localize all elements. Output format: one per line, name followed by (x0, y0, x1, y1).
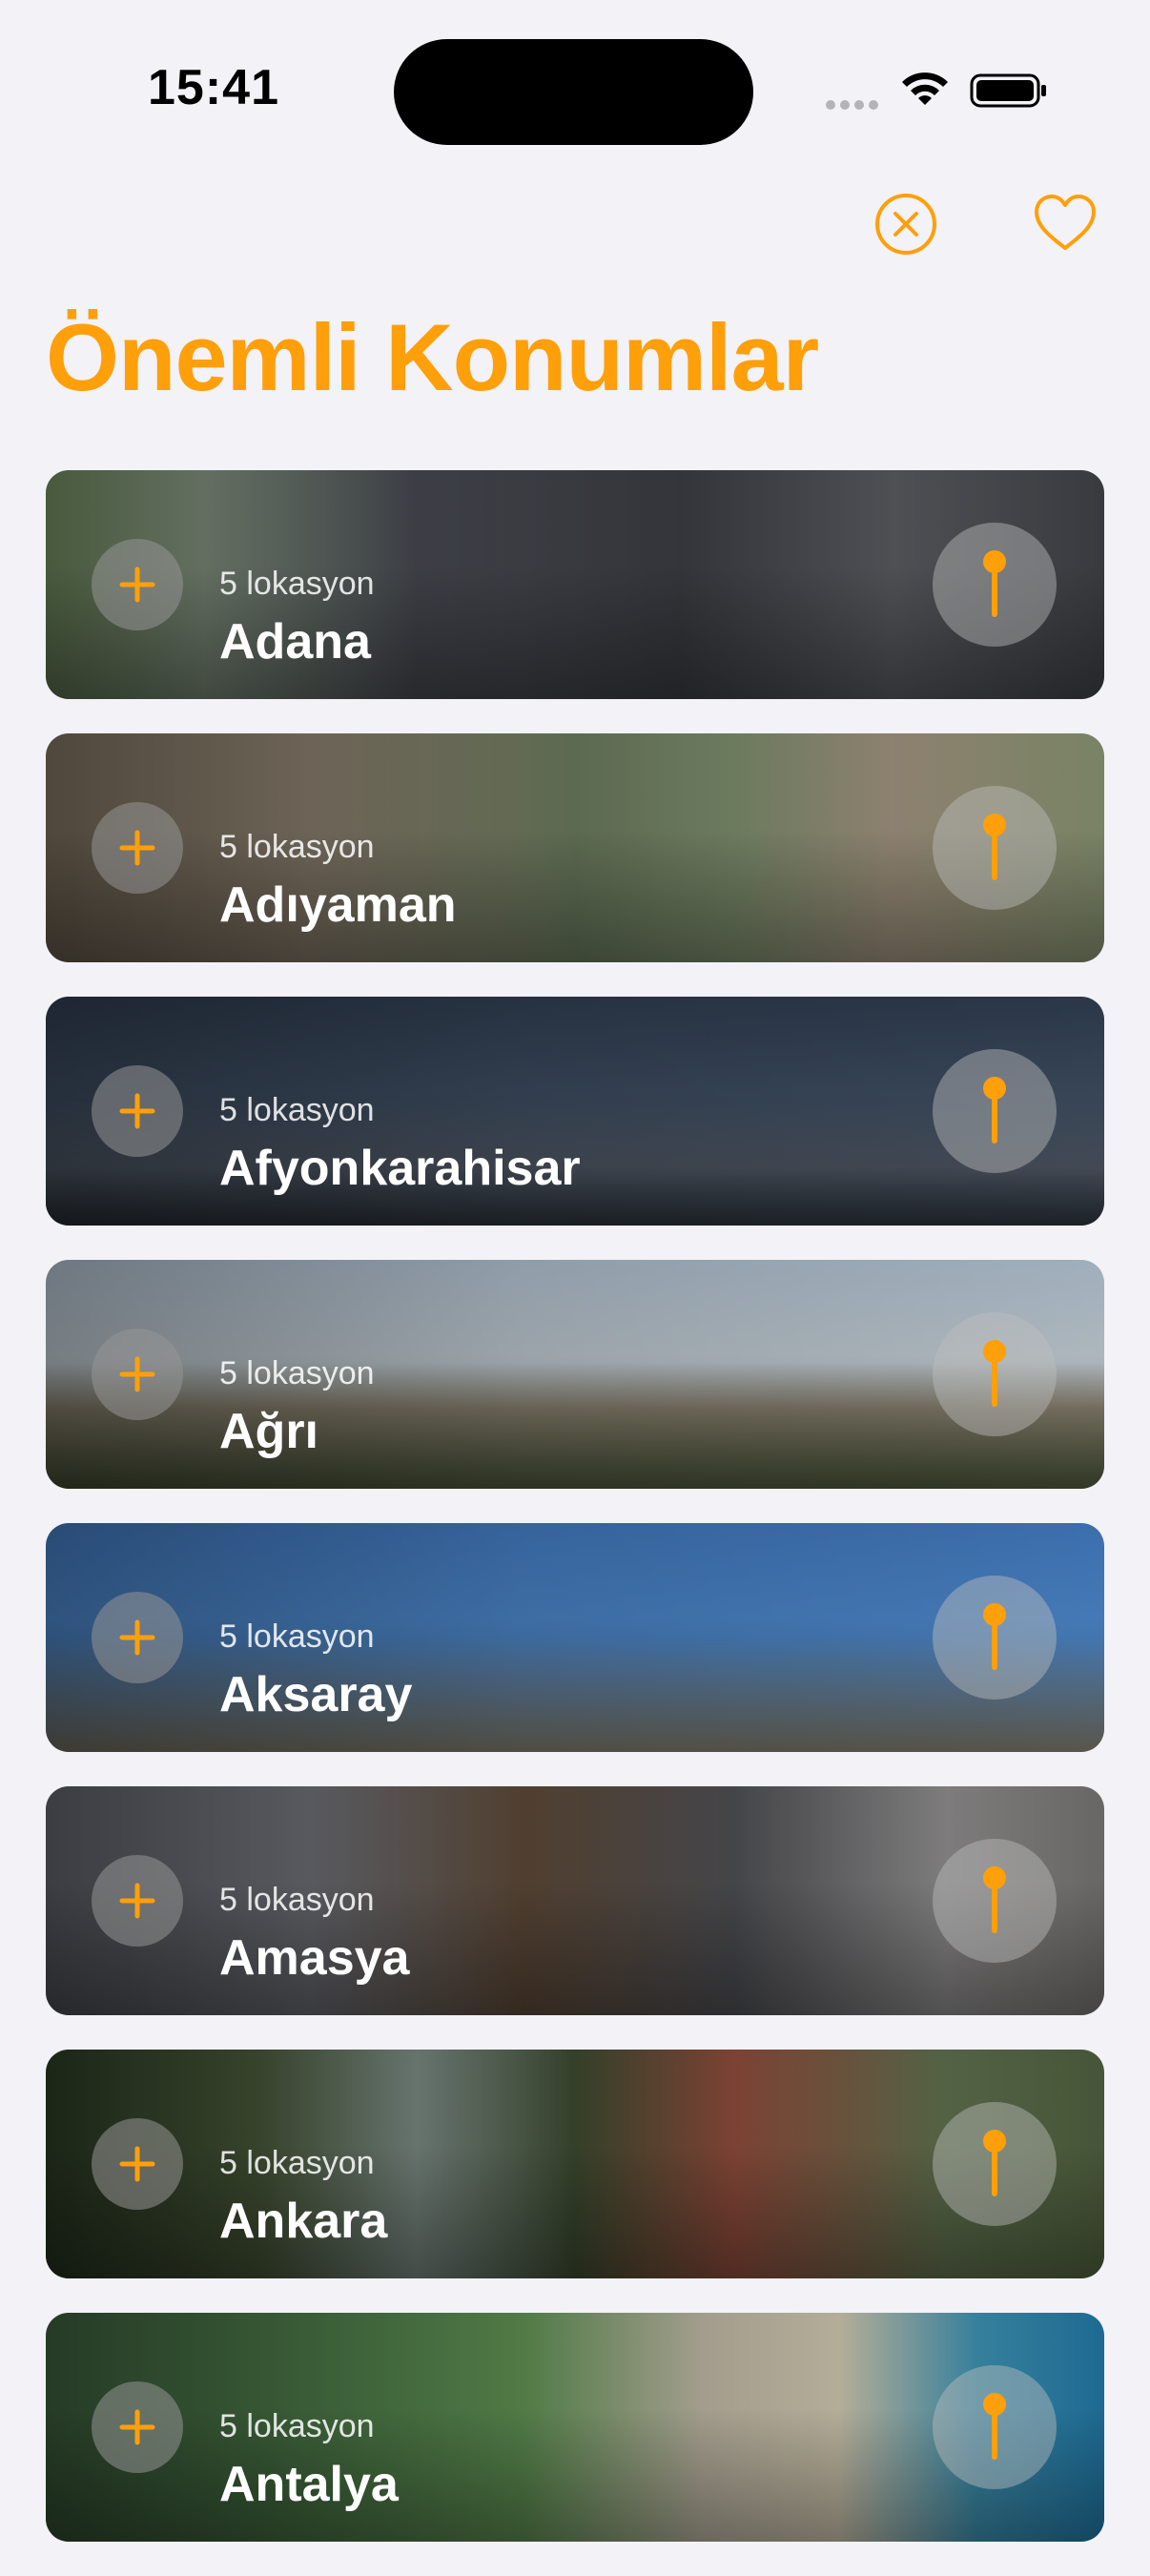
city-list: 5 lokasyon Adana 5 lokasyon Adıyaman 5 l… (46, 470, 1104, 2576)
location-count: 5 lokasyon (219, 829, 375, 865)
plus-icon (119, 567, 155, 603)
plus-icon (119, 830, 155, 866)
add-button[interactable] (92, 1329, 183, 1420)
close-button[interactable] (873, 191, 939, 258)
city-name: Adıyaman (219, 877, 457, 933)
cellular-signal-icon (826, 97, 883, 114)
wifi-icon (902, 72, 948, 105)
map-pin-button[interactable] (933, 1049, 1057, 1173)
add-button[interactable] (92, 539, 183, 630)
location-count: 5 lokasyon (219, 2145, 375, 2181)
city-name: Adana (219, 614, 371, 670)
location-count: 5 lokasyon (219, 1618, 375, 1655)
plus-icon (119, 1883, 155, 1919)
page-title: Önemli Konumlar (46, 304, 819, 410)
city-card-adana[interactable]: 5 lokasyon Adana (46, 470, 1104, 699)
add-button[interactable] (92, 802, 183, 894)
status-bar: 15:41 (0, 0, 1150, 162)
city-card-adiyaman[interactable]: 5 lokasyon Adıyaman (46, 733, 1104, 962)
map-pin-button[interactable] (933, 1576, 1057, 1700)
dynamic-island (394, 39, 753, 145)
city-name: Ağrı (219, 1404, 318, 1459)
map-pin-icon (983, 1340, 1006, 1407)
city-name: Amasya (219, 1930, 410, 1986)
add-button[interactable] (92, 1065, 183, 1157)
map-pin-icon (983, 550, 1006, 617)
map-pin-button[interactable] (933, 786, 1057, 910)
plus-icon (119, 1356, 155, 1392)
city-card-ankara[interactable]: 5 lokasyon Ankara (46, 2050, 1104, 2278)
plus-icon (119, 1619, 155, 1656)
location-count: 5 lokasyon (219, 566, 375, 602)
location-count: 5 lokasyon (219, 1882, 375, 1918)
location-count: 5 lokasyon (219, 2408, 375, 2444)
favorites-button[interactable] (1032, 191, 1099, 258)
city-card-afyonkarahisar[interactable]: 5 lokasyon Afyonkarahisar (46, 997, 1104, 1226)
city-name: Ankara (219, 2194, 388, 2249)
plus-icon (119, 2409, 155, 2445)
map-pin-button[interactable] (933, 2102, 1057, 2226)
location-count: 5 lokasyon (219, 1355, 375, 1391)
map-pin-icon (983, 2393, 1006, 2460)
map-pin-icon (983, 1077, 1006, 1144)
add-button[interactable] (92, 1592, 183, 1683)
city-card-agri[interactable]: 5 lokasyon Ağrı (46, 1260, 1104, 1489)
plus-icon (119, 2146, 155, 2182)
city-name: Antalya (219, 2457, 399, 2512)
map-pin-button[interactable] (933, 1312, 1057, 1436)
map-pin-button[interactable] (933, 2365, 1057, 2489)
add-button[interactable] (92, 1855, 183, 1947)
plus-icon (119, 1093, 155, 1129)
map-pin-icon (983, 814, 1006, 880)
add-button[interactable] (92, 2381, 183, 2473)
map-pin-button[interactable] (933, 1839, 1057, 1963)
battery-icon (970, 73, 1046, 108)
map-pin-icon (983, 1603, 1006, 1670)
location-count: 5 lokasyon (219, 1092, 375, 1128)
city-name: Afyonkarahisar (219, 1141, 581, 1196)
city-card-amasya[interactable]: 5 lokasyon Amasya (46, 1786, 1104, 2015)
city-name: Aksaray (219, 1667, 413, 1722)
city-card-antalya[interactable]: 5 lokasyon Antalya (46, 2313, 1104, 2542)
city-card-aksaray[interactable]: 5 lokasyon Aksaray (46, 1523, 1104, 1752)
add-button[interactable] (92, 2118, 183, 2210)
map-pin-icon (983, 1866, 1006, 1933)
map-pin-icon (983, 2130, 1006, 2196)
map-pin-button[interactable] (933, 523, 1057, 647)
status-time: 15:41 (148, 60, 279, 115)
